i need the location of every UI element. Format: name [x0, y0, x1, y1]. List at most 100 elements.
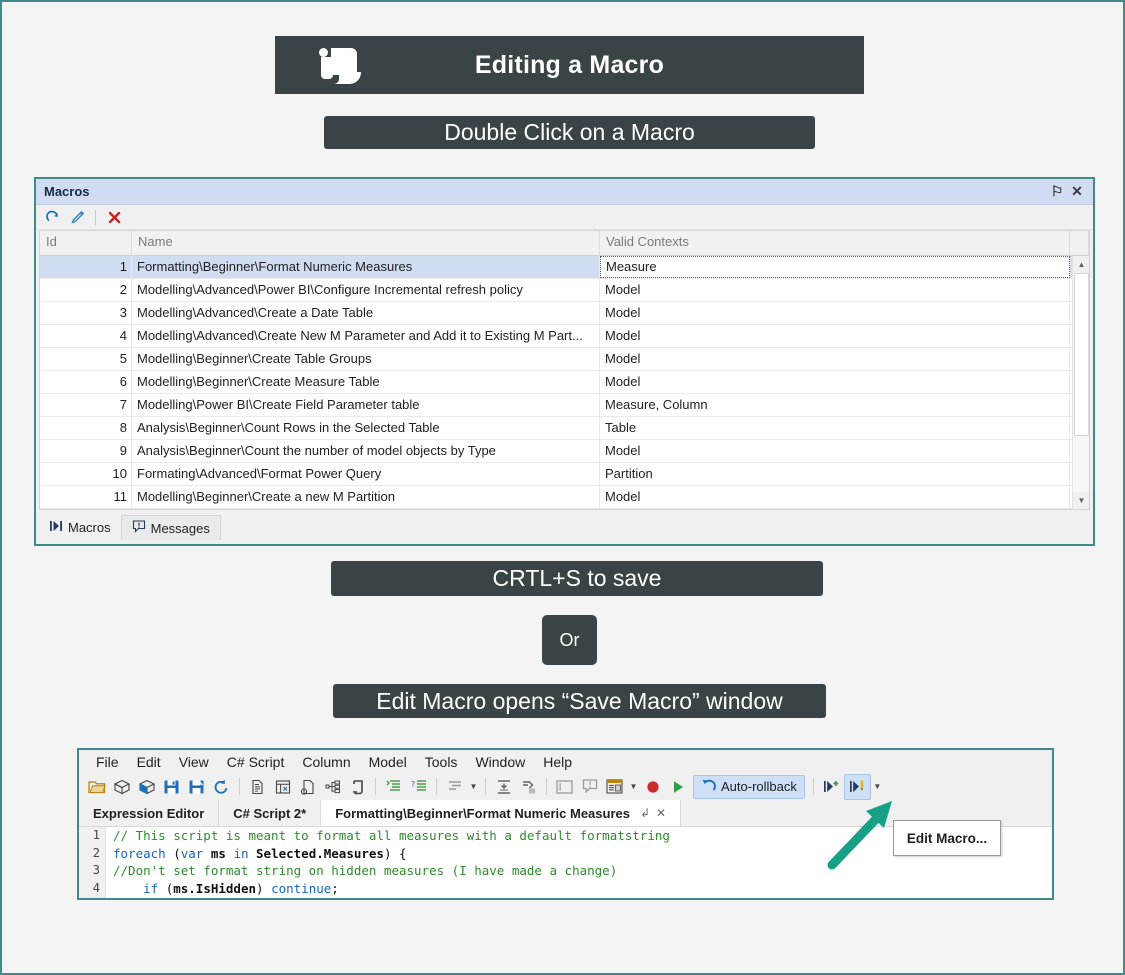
callout-ctrl-s: CRTL+S to save: [331, 561, 823, 596]
table-row[interactable]: 3Modelling\Advanced\Create a Date TableM…: [40, 302, 1089, 325]
console-icon[interactable]: [552, 775, 577, 799]
new-macro-icon[interactable]: [819, 775, 844, 799]
cell-name: Modelling\Power BI\Create Field Paramete…: [132, 394, 600, 416]
script-caret-icon[interactable]: ▼: [627, 775, 640, 799]
macros-panel: Macros ⚐ ✕: [34, 177, 1095, 546]
run-icon[interactable]: [665, 775, 690, 799]
auto-rollback-label: Auto-rollback: [721, 779, 797, 794]
deploy-model-icon[interactable]: [109, 775, 134, 799]
cell-id: 5: [40, 348, 132, 370]
menu-item-c-script[interactable]: C# Script: [218, 752, 294, 772]
menu-item-view[interactable]: View: [170, 752, 218, 772]
cell-id: 2: [40, 279, 132, 301]
table-row[interactable]: 5Modelling\Beginner\Create Table GroupsM…: [40, 348, 1089, 371]
panel-tab-macros[interactable]: Macros: [39, 515, 121, 540]
table-row[interactable]: 7Modelling\Power BI\Create Field Paramet…: [40, 394, 1089, 417]
editor-tab[interactable]: C# Script 2*: [219, 800, 321, 826]
tab-close-icon[interactable]: ✕: [656, 806, 666, 820]
table-row[interactable]: 1Formatting\Beginner\Format Numeric Meas…: [40, 256, 1089, 279]
close-icon[interactable]: ✕: [1067, 182, 1087, 202]
indent-icon[interactable]: [442, 775, 467, 799]
table-row[interactable]: 11Modelling\Beginner\Create a new M Part…: [40, 486, 1089, 509]
panel-tab-messages[interactable]: Messages: [121, 515, 221, 540]
collapse-icon[interactable]: [491, 775, 516, 799]
column-header-valid-contexts[interactable]: Valid Contexts: [600, 231, 1070, 255]
menu-item-tools[interactable]: Tools: [416, 752, 467, 772]
toolbar-separator: [95, 210, 96, 225]
new-hierarchy-icon[interactable]: [320, 775, 345, 799]
edit-macro-icon[interactable]: [844, 774, 871, 800]
grid-vertical-scrollbar[interactable]: ▲ ▼: [1072, 256, 1089, 509]
scroll-thumb[interactable]: [1074, 273, 1089, 436]
edit-macro-icon[interactable]: [66, 207, 88, 227]
format-dax-all-icon[interactable]: ?: [406, 775, 431, 799]
open-folder-icon[interactable]: [84, 775, 109, 799]
table-row[interactable]: 6Modelling\Beginner\Create Measure Table…: [40, 371, 1089, 394]
line-number: 1: [79, 827, 105, 845]
messages-icon[interactable]: [577, 775, 602, 799]
cell-name: Modelling\Advanced\Create a Date Table: [132, 302, 600, 324]
menu-item-file[interactable]: File: [87, 752, 128, 772]
table-row[interactable]: 4Modelling\Advanced\Create New M Paramet…: [40, 325, 1089, 348]
scroll-down-icon[interactable]: ▼: [1073, 492, 1089, 509]
code-token: ) {: [384, 846, 407, 861]
table-row[interactable]: 8Analysis\Beginner\Count Rows in the Sel…: [40, 417, 1089, 440]
deploy-model-alt-icon[interactable]: [134, 775, 159, 799]
cell-valid-contexts: Model: [600, 371, 1070, 393]
menu-item-window[interactable]: Window: [466, 752, 534, 772]
macros-grid-header: Id Name Valid Contexts: [40, 231, 1089, 256]
expand-icon[interactable]: [516, 775, 541, 799]
new-relationship-icon[interactable]: [345, 775, 370, 799]
cell-valid-contexts: Model: [600, 325, 1070, 347]
macros-panel-titlebar: Macros ⚐ ✕: [36, 179, 1093, 205]
new-measure-icon[interactable]: [245, 775, 270, 799]
cell-name: Formatting\Beginner\Format Numeric Measu…: [132, 256, 600, 278]
cell-id: 4: [40, 325, 132, 347]
auto-rollback-button[interactable]: Auto-rollback: [693, 775, 805, 799]
macros-panel-tabs: Macros Messages: [39, 514, 221, 540]
editor-tab[interactable]: Expression Editor: [79, 800, 219, 826]
line-number: 3: [79, 862, 105, 880]
messages-tab-icon: [132, 520, 146, 536]
menu-item-column[interactable]: Column: [293, 752, 359, 772]
indent-caret-icon[interactable]: ▼: [467, 775, 480, 799]
cell-valid-contexts: Model: [600, 279, 1070, 301]
column-header-id[interactable]: Id: [40, 231, 132, 255]
macros-tab-icon: [49, 520, 63, 535]
editor-tab[interactable]: Formatting\Beginner\Format Numeric Measu…: [321, 800, 681, 826]
auto-rollback-icon: [701, 778, 717, 796]
editor-tab-label: Expression Editor: [93, 806, 204, 821]
save-as-icon[interactable]: [184, 775, 209, 799]
cell-name: Modelling\Advanced\Create New M Paramete…: [132, 325, 600, 347]
column-header-name[interactable]: Name: [132, 231, 600, 255]
record-icon[interactable]: [640, 775, 665, 799]
page-title: Editing a Macro: [475, 51, 664, 80]
cell-name: Modelling\Beginner\Create Measure Table: [132, 371, 600, 393]
macro-caret-icon[interactable]: ▼: [871, 775, 884, 799]
code-token: ;: [331, 881, 339, 896]
toolbar-separator-1: [239, 778, 240, 795]
pin-icon[interactable]: ⚐: [1047, 182, 1067, 202]
script-panel-icon[interactable]: [602, 775, 627, 799]
save-icon[interactable]: [159, 775, 184, 799]
toolbar-separator-3: [436, 778, 437, 795]
tab-pin-icon[interactable]: ↲: [640, 806, 650, 820]
table-row[interactable]: 9Analysis\Beginner\Count the number of m…: [40, 440, 1089, 463]
menu-item-help[interactable]: Help: [534, 752, 581, 772]
cell-valid-contexts: Model: [600, 440, 1070, 462]
code-token: ms: [211, 846, 234, 861]
new-calc-item-icon[interactable]: [295, 775, 320, 799]
delete-macro-icon[interactable]: [103, 207, 125, 227]
cell-name: Analysis\Beginner\Count Rows in the Sele…: [132, 417, 600, 439]
refresh-icon[interactable]: [209, 775, 234, 799]
menu-item-model[interactable]: Model: [360, 752, 416, 772]
table-row[interactable]: 2Modelling\Advanced\Power BI\Configure I…: [40, 279, 1089, 302]
refresh-macros-icon[interactable]: [42, 207, 64, 227]
menu-item-edit[interactable]: Edit: [128, 752, 170, 772]
cell-valid-contexts: Model: [600, 302, 1070, 324]
table-row[interactable]: 10Formating\Advanced\Format Power QueryP…: [40, 463, 1089, 486]
code-token: continue: [271, 881, 331, 896]
new-calc-table-icon[interactable]: [270, 775, 295, 799]
scroll-up-icon[interactable]: ▲: [1073, 256, 1089, 273]
format-dax-icon[interactable]: [381, 775, 406, 799]
